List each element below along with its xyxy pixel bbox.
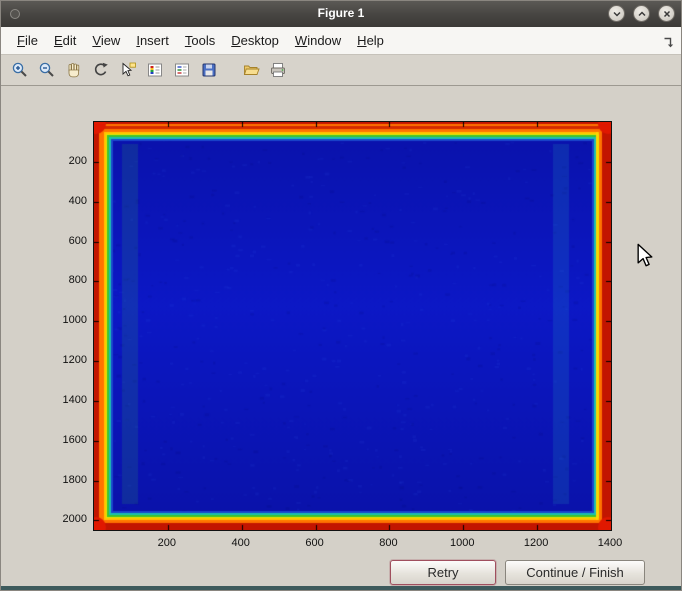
menu-view[interactable]: View [84, 30, 128, 51]
y-axis-tick-label: 200 [45, 155, 87, 168]
chevron-down-icon [612, 9, 622, 19]
undock-arrow-icon[interactable] [662, 35, 674, 53]
y-axis-tick-label: 400 [45, 195, 87, 208]
retry-button[interactable]: Retry [390, 560, 496, 585]
y-axis-tick-label: 1800 [45, 474, 87, 487]
chevron-up-icon [637, 9, 647, 19]
print-icon[interactable] [267, 59, 289, 81]
data-cursor-icon[interactable] [117, 59, 139, 81]
insert-colorbar-icon[interactable] [144, 59, 166, 81]
open-folder-icon[interactable] [240, 59, 262, 81]
x-axis-tick-label: 400 [220, 537, 262, 550]
figure-canvas-area: Retry Continue / Finish 200 400 600 800 1000… [1, 86, 681, 586]
titlebar: Figure 1 [1, 1, 681, 27]
window-controls [608, 5, 675, 22]
x-axis-tick-label: 1200 [515, 537, 557, 550]
x-axis-tick-label: 200 [146, 537, 188, 550]
y-axis-tick-label: 600 [45, 235, 87, 248]
menu-edit[interactable]: Edit [46, 30, 84, 51]
y-axis-tick-label: 1200 [45, 354, 87, 367]
zoom-in-icon[interactable] [9, 59, 31, 81]
pan-hand-icon[interactable] [63, 59, 85, 81]
zoom-out-icon[interactable] [36, 59, 58, 81]
menu-insert[interactable]: Insert [128, 30, 177, 51]
rotate-3d-icon[interactable] [90, 59, 112, 81]
y-axis-tick-label: 1000 [45, 314, 87, 327]
menu-window[interactable]: Window [287, 30, 349, 51]
maximize-button[interactable] [633, 5, 650, 22]
menubar: File Edit View Insert Tools Desktop Wind… [1, 27, 681, 55]
shade-button[interactable] [608, 5, 625, 22]
menu-file[interactable]: File [9, 30, 46, 51]
x-axis-tick-label: 800 [367, 537, 409, 550]
figure-toolbar [1, 55, 681, 86]
insert-legend-icon[interactable] [171, 59, 193, 81]
y-axis-tick-label: 1400 [45, 394, 87, 407]
close-button[interactable] [658, 5, 675, 22]
save-icon[interactable] [198, 59, 220, 81]
window-title: Figure 1 [1, 6, 681, 20]
heatmap-image[interactable] [93, 121, 612, 531]
y-axis-tick-label: 800 [45, 274, 87, 287]
y-axis-tick-label: 2000 [45, 513, 87, 526]
figure-window: Figure 1 File Edit View Insert Tools Des… [0, 0, 682, 591]
x-axis-tick-label: 1400 [589, 537, 631, 550]
menu-desktop[interactable]: Desktop [223, 30, 287, 51]
continue-finish-button[interactable]: Continue / Finish [505, 560, 645, 585]
x-axis-tick-label: 600 [294, 537, 336, 550]
menu-tools[interactable]: Tools [177, 30, 223, 51]
menu-help[interactable]: Help [349, 30, 392, 51]
toolbar-separator [225, 59, 235, 81]
x-axis-tick-label: 1000 [441, 537, 483, 550]
close-icon [662, 9, 672, 19]
y-axis-tick-label: 1600 [45, 434, 87, 447]
window-bottom-edge [1, 586, 681, 590]
